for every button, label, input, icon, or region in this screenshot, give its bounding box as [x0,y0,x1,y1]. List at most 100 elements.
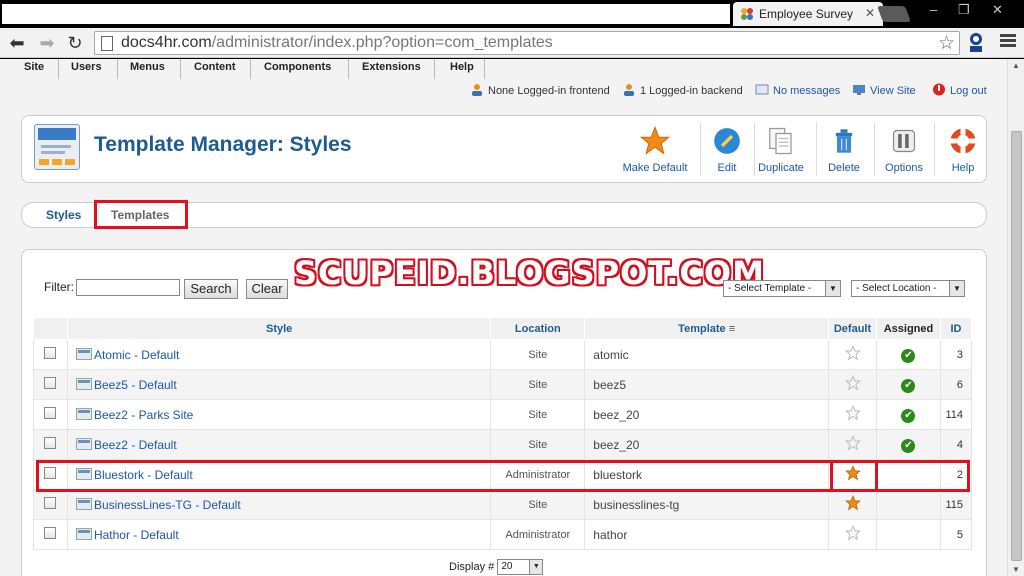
toolbar-divider [816,122,817,176]
location-cell: Site [490,429,586,460]
make-default-button[interactable]: Make Default [620,124,690,176]
column-header-location[interactable]: Location [490,317,586,340]
style-name-link[interactable]: Beez2 - Default [94,438,177,452]
window-close-icon[interactable]: ✕ [992,2,1003,18]
location-cell: Site [490,339,586,370]
row-checkbox[interactable] [44,527,57,539]
style-name-link[interactable]: Beez5 - Default [94,378,177,392]
column-header-style[interactable]: Style [66,317,492,340]
default-cell [828,369,877,400]
messages-link[interactable]: No messages [773,85,840,97]
default-star-empty-icon[interactable] [844,525,861,541]
duplicate-button[interactable]: Duplicate [756,124,806,176]
menu-users[interactable]: Users [71,61,102,73]
edit-button[interactable]: Edit [708,124,746,176]
row-checkbox[interactable] [44,497,57,509]
address-bar[interactable]: docs4hr.com/administrator/index.php?opti… [94,31,960,55]
user-icon [472,84,482,96]
column-header-id[interactable]: ID [939,317,973,340]
page-scrollbar[interactable]: ▲ ▼ [1007,59,1024,576]
row-checkbox[interactable] [44,437,57,449]
template-preview-icon [75,497,92,510]
default-star-empty-icon[interactable] [844,405,861,421]
template-cell: beez_20 [584,429,830,460]
url-text[interactable]: docs4hr.com/administrator/index.php?opti… [121,34,553,52]
id-cell: 5 [939,519,973,550]
extension-icon[interactable] [966,32,986,54]
column-header-template[interactable]: Template ≡ [584,317,830,340]
back-icon[interactable]: ⬅ [6,32,28,54]
menu-help[interactable]: Help [450,61,474,73]
template-header-label: Template [678,322,726,335]
scrollbar-thumb[interactable] [1011,131,1022,561]
row-checkbox[interactable] [44,377,57,389]
select-all-header[interactable] [33,317,68,340]
default-star-filled-icon[interactable] [844,495,861,511]
location-cell: Site [490,399,586,430]
menu-extensions[interactable]: Extensions [362,61,421,73]
style-name-link[interactable]: Beez2 - Parks Site [94,408,193,422]
default-star-empty-icon[interactable] [844,345,861,361]
template-preview-icon [75,347,92,360]
reload-icon[interactable]: ↻ [64,32,86,54]
style-name-link[interactable]: BusinessLines-TG - Default [94,498,241,512]
row-checkbox-cell [33,519,68,550]
delete-button[interactable]: Delete [824,124,864,176]
status-messages[interactable]: No messages [755,83,840,97]
tab-styles[interactable]: Styles [46,208,81,222]
url-path: /administrator/index.php?option=com_temp… [211,34,553,51]
scroll-up-icon[interactable]: ▲ [1012,61,1020,70]
id-cell: 6 [939,369,973,400]
toolbar-divider [754,122,755,176]
style-cell: Beez5 - Default [66,369,492,400]
row-checkbox-cell [33,399,68,430]
clear-button[interactable]: Clear [246,279,288,299]
style-cell: BusinessLines-TG - Default [66,489,492,520]
row-checkbox[interactable] [44,347,57,359]
search-button[interactable]: Search [184,279,238,299]
display-count-select[interactable]: 20 ▼ [497,559,544,575]
browser-toolbar: ⬅ ➡ ↻ docs4hr.com/administrator/index.ph… [0,28,1024,58]
status-logout[interactable]: Log out [932,83,987,97]
select-template-dropdown[interactable]: - Select Template - ▼ [723,280,841,297]
view-site-link[interactable]: View Site [870,85,916,97]
browser-tab[interactable]: Employee Survey ✕ [733,2,883,26]
style-name-link[interactable]: Atomic - Default [94,348,179,362]
chevron-down-icon: ▼ [825,281,840,296]
display-count-value: 20 [501,561,513,572]
menu-divider [58,59,59,79]
select-location-dropdown[interactable]: - Select Location - ▼ [851,280,965,297]
edit-icon [714,128,740,154]
logout-link[interactable]: Log out [950,85,987,97]
filter-input[interactable] [76,279,180,296]
status-view-site[interactable]: View Site [852,83,916,97]
menu-site[interactable]: Site [24,61,44,73]
forward-icon[interactable]: ➡ [36,32,58,54]
options-button[interactable]: Options [882,124,926,176]
trash-icon [835,129,853,153]
bookmark-star-icon[interactable]: ☆ [938,32,955,55]
menu-components[interactable]: Components [264,61,331,73]
templates-tab-highlight [94,200,188,229]
column-header-default[interactable]: Default [828,317,877,340]
menu-menus[interactable]: Menus [130,61,165,73]
style-cell: Hathor - Default [66,519,492,550]
filter-label: Filter: [44,280,74,294]
menu-content[interactable]: Content [194,61,236,73]
default-star-empty-icon[interactable] [844,375,861,391]
minimize-icon[interactable]: – [930,2,937,17]
tab-close-icon[interactable]: ✕ [865,6,875,20]
style-name-link[interactable]: Hathor - Default [94,528,179,542]
pagination-display: Display # 20 ▼ [449,559,544,575]
select-location-value: - Select Location - [856,283,937,294]
template-cell: beez_20 [584,399,830,430]
restore-icon[interactable]: ❐ [958,2,970,18]
url-host: docs4hr.com [121,34,212,51]
new-tab-button[interactable] [877,6,911,22]
row-checkbox[interactable] [44,407,57,419]
default-star-empty-icon[interactable] [844,435,861,451]
lifebuoy-icon [949,127,977,155]
help-button[interactable]: Help [946,124,980,176]
scroll-down-icon[interactable]: ▼ [1012,565,1020,574]
chrome-menu-icon[interactable] [1000,34,1016,50]
